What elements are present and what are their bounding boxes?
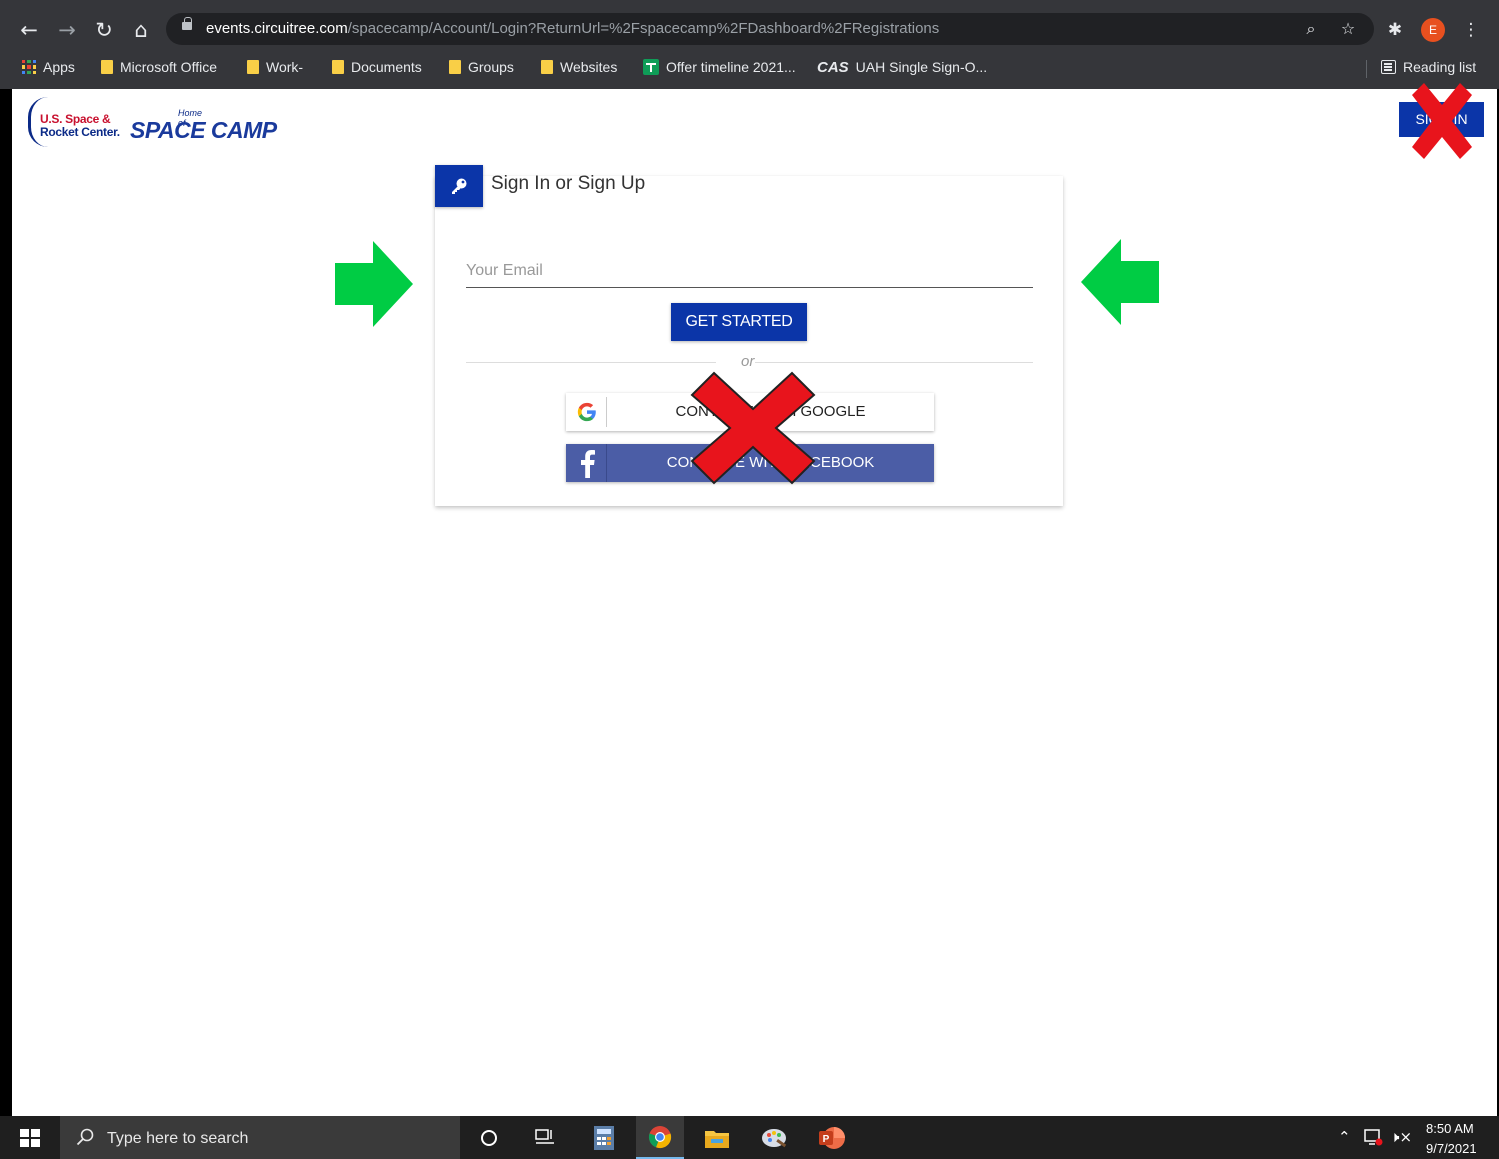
bookmark-offer-timeline[interactable]: Offer timeline 2021... (643, 56, 796, 78)
folder-icon (541, 60, 553, 74)
bookmark-label: Websites (560, 59, 618, 75)
network-icon[interactable] (1364, 1129, 1384, 1147)
menu-kebab-icon[interactable]: ⋮ (1459, 18, 1483, 42)
chrome-taskbar-button[interactable] (636, 1116, 684, 1159)
taskbar-search-box[interactable]: Type here to search (60, 1116, 460, 1159)
extensions-puzzle-icon[interactable]: ✱ (1383, 18, 1407, 42)
windows-start-icon[interactable] (20, 1129, 40, 1147)
forward-arrow-icon[interactable]: → (54, 18, 80, 42)
file-explorer-icon (705, 1131, 729, 1148)
apps-grid-icon (22, 60, 36, 74)
clock-date[interactable]: 9/7/2021 (1426, 1141, 1477, 1156)
logo-line1: U.S. Space & (40, 112, 111, 126)
bookmark-microsoft-office[interactable]: Microsoft Office (101, 56, 217, 78)
bookmark-documents[interactable]: Documents (332, 56, 422, 78)
lock-icon[interactable] (182, 17, 192, 30)
divider-left (466, 362, 716, 363)
file-explorer-button[interactable] (692, 1116, 740, 1159)
svg-text:P: P (823, 1134, 830, 1145)
bookmark-label: Offer timeline 2021... (666, 59, 796, 75)
bookmark-label: Groups (468, 59, 514, 75)
address-bar[interactable]: events.circuitree.com/spacecamp/Account/… (166, 13, 1374, 45)
green-arrow-left-icon (1081, 239, 1159, 325)
rocket-center-logo: U.S. Space & Rocket Center. (28, 97, 120, 149)
windows-taskbar: Type here to search P ⌃ 🕨× 8:50 AM 9/7/2… (0, 1116, 1499, 1159)
task-view-button[interactable] (520, 1116, 568, 1159)
reload-icon[interactable]: ↻ (91, 18, 117, 42)
sign-in-button[interactable]: SIGN IN (1399, 102, 1484, 137)
calculator-button[interactable] (580, 1116, 628, 1159)
email-field[interactable] (466, 254, 1033, 288)
bookmark-apps[interactable]: Apps (22, 56, 75, 78)
url-text[interactable]: events.circuitree.com/spacecamp/Account/… (206, 20, 939, 37)
or-divider-text: or (741, 353, 755, 370)
google-icon (577, 402, 596, 422)
bookmark-label: Microsoft Office (120, 59, 217, 75)
bookmarks-bar: Apps Microsoft Office Work- Documents Gr… (0, 52, 1499, 82)
browser-chrome: ← → ↻ ⌂ events.circuitree.com/spacecamp/… (0, 0, 1499, 89)
chrome-icon (648, 1126, 672, 1149)
bookmark-star-icon[interactable]: ☆ (1336, 17, 1360, 41)
card-badge (435, 165, 483, 207)
folder-icon (101, 60, 113, 74)
bookmark-websites[interactable]: Websites (541, 56, 617, 78)
powerpoint-button[interactable]: P (808, 1116, 856, 1159)
folder-icon (449, 60, 461, 74)
cortana-button[interactable] (464, 1116, 512, 1159)
get-started-button[interactable]: GET STARTED (671, 303, 807, 341)
powerpoint-icon: P (819, 1127, 845, 1149)
task-view-icon (535, 1129, 554, 1144)
cortana-icon (481, 1130, 497, 1146)
clock-time[interactable]: 8:50 AM (1426, 1121, 1474, 1136)
bookmark-label: Documents (351, 59, 422, 75)
back-arrow-icon[interactable]: ← (16, 18, 42, 42)
volume-muted-icon[interactable]: 🕨× (1390, 1128, 1412, 1146)
calculator-icon (594, 1126, 614, 1150)
login-card: Sign In or Sign Up GET STARTED or CONTIN… (435, 165, 1063, 506)
logo-line2: Rocket Center. (40, 125, 120, 139)
continue-with-google-button[interactable]: CONTINUE WITH GOOGLE (566, 393, 934, 431)
home-icon[interactable]: ⌂ (128, 18, 154, 42)
bookmark-label: Apps (43, 59, 75, 75)
sheets-icon (643, 59, 659, 75)
bookmark-label: UAH Single Sign-O... (855, 59, 988, 75)
bookmark-work[interactable]: Work- (247, 56, 303, 78)
reading-list-label: Reading list (1403, 59, 1477, 75)
paint-button[interactable] (750, 1116, 798, 1159)
bookmark-uah-sso[interactable]: CAS UAH Single Sign-O... (817, 56, 987, 78)
folder-icon (247, 60, 259, 74)
folder-icon (332, 60, 344, 74)
browser-toolbar: ← → ↻ ⌂ events.circuitree.com/spacecamp/… (0, 12, 1499, 48)
space-camp-logo: SPACE CAMP (130, 117, 277, 143)
key-icon (452, 178, 467, 194)
bookmark-label: Work- (266, 59, 304, 75)
divider-right (755, 362, 1033, 363)
facebook-icon (581, 450, 595, 478)
reading-list-icon (1381, 60, 1396, 74)
facebook-button-label: CONTINUE WITH FACEBOOK (666, 454, 875, 471)
continue-with-facebook-button[interactable]: CONTINUE WITH FACEBOOK (566, 444, 934, 482)
page-viewport: U.S. Space & Rocket Center. Home of SPAC… (12, 83, 1497, 1116)
profile-avatar[interactable]: E (1421, 18, 1445, 42)
card-title: Sign In or Sign Up (491, 173, 646, 194)
cas-icon: CAS (817, 58, 849, 76)
bookmark-groups[interactable]: Groups (449, 56, 514, 78)
paint-icon (762, 1129, 787, 1148)
reading-list-button[interactable]: Reading list (1381, 56, 1476, 78)
green-arrow-right-icon (335, 241, 413, 327)
taskbar-search-placeholder: Type here to search (107, 1130, 249, 1147)
google-button-label: CONTINUE WITH GOOGLE (675, 403, 866, 420)
show-hidden-icons-chevron-icon[interactable]: ⌃ (1338, 1128, 1351, 1146)
zoom-icon[interactable]: ⌕ (1299, 17, 1323, 41)
bookmarks-divider (1366, 60, 1367, 78)
search-icon (76, 1128, 94, 1146)
